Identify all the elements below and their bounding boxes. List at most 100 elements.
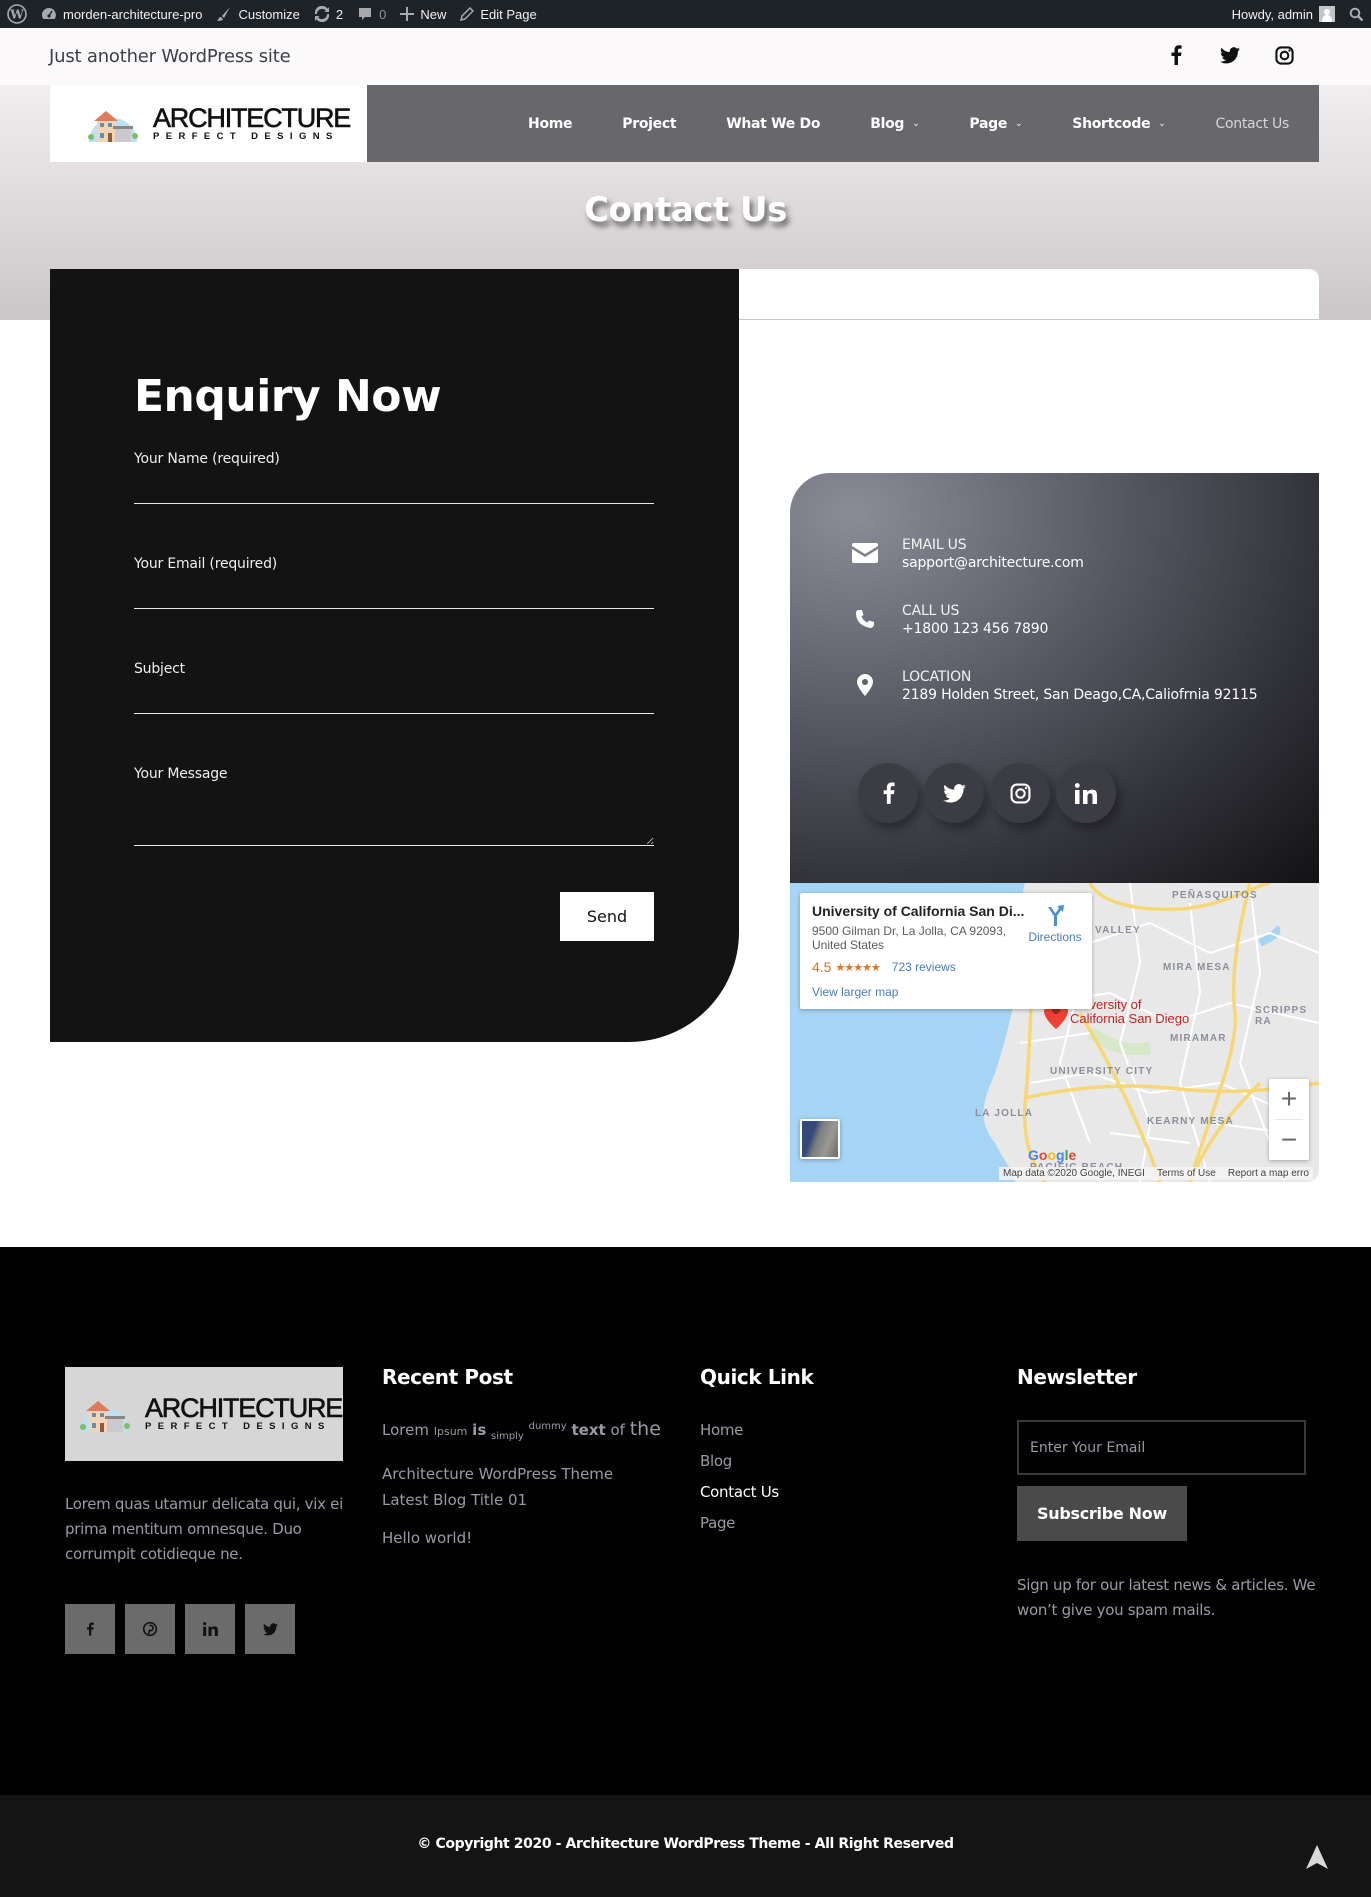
facebook-icon[interactable] [858, 763, 918, 823]
map-label: UNIVERSITY CITY [1050, 1066, 1154, 1077]
quick-link-home[interactable]: Home [700, 1415, 779, 1446]
twitter-icon[interactable] [245, 1604, 295, 1654]
email-input[interactable] [134, 575, 654, 609]
nav-label: Shortcode [1072, 115, 1151, 132]
email-label: Your Email (required) [134, 556, 278, 572]
recent-post-link[interactable]: Hello world! [382, 1525, 672, 1551]
send-button[interactable]: Send [560, 892, 654, 941]
map-label: LA JOLLA [975, 1108, 1034, 1119]
contact-value[interactable]: +1800 123 456 7890 [902, 620, 1048, 638]
scroll-to-top-icon[interactable] [1306, 1845, 1328, 1873]
twitter-icon[interactable] [924, 763, 984, 823]
logo-subtitle: PERFECT DESIGNS [153, 130, 339, 142]
nav-label: Contact Us [1215, 115, 1290, 132]
account-menu[interactable]: Howdy, admin [1225, 0, 1342, 28]
location-pin-icon [850, 670, 880, 700]
newsletter-email-input[interactable] [1017, 1420, 1306, 1475]
rating-value: 4.5 [812, 959, 832, 975]
wp-admin-bar: W morden-architecture-pro Customize 2 0 … [0, 0, 1371, 28]
recent-post-link[interactable]: Architecture WordPress Theme [382, 1461, 672, 1487]
map-data-credit: Map data ©2020 Google, INEGI [1003, 1168, 1145, 1179]
quick-link-contact-us[interactable]: Contact Us [700, 1477, 779, 1508]
contact-email-item: EMAIL US sapport@architecture.com [850, 536, 1084, 572]
quick-link-page[interactable]: Page [700, 1508, 779, 1539]
content-card-top [739, 269, 1319, 319]
satellite-view-toggle[interactable] [800, 1119, 840, 1159]
tag-link[interactable]: simply [491, 1431, 524, 1442]
linkedin-icon[interactable] [1056, 763, 1116, 823]
tag-link[interactable]: of [610, 1421, 624, 1439]
nav-label: Project [622, 115, 677, 132]
comments-link[interactable]: 0 [350, 0, 393, 28]
customize-link[interactable]: Customize [209, 0, 306, 28]
footer-logo[interactable]: ARCHITECTURE PERFECT DESIGNS [65, 1367, 344, 1461]
house-logo-icon [77, 1394, 133, 1434]
recent-post-link[interactable]: Latest Blog Title 01 [382, 1487, 672, 1513]
contact-value[interactable]: sapport@architecture.com [902, 554, 1084, 572]
tag-link[interactable]: the [630, 1418, 661, 1440]
subject-input[interactable] [134, 680, 654, 714]
copyright-bar: © Copyright 2020 - Architecture WordPres… [0, 1795, 1371, 1897]
instagram-icon[interactable] [1272, 43, 1296, 67]
message-textarea[interactable] [134, 788, 654, 846]
zoom-out-button[interactable]: − [1269, 1120, 1309, 1160]
contact-value: 2189 Holden Street, San Deago,CA,Caliofr… [902, 687, 1258, 703]
tag-link[interactable]: text [571, 1421, 605, 1439]
name-input[interactable] [134, 470, 654, 504]
chevron-down-icon: ⌄ [1158, 118, 1166, 129]
tag-link[interactable]: dummy [529, 1421, 567, 1432]
new-content-link[interactable]: New [393, 0, 453, 28]
google-logo: Google [1028, 1147, 1077, 1163]
nav-home[interactable]: Home [528, 116, 573, 132]
site-name: morden-architecture-pro [63, 6, 203, 22]
view-larger-map-link[interactable]: View larger map [812, 985, 898, 999]
zoom-in-button[interactable]: + [1269, 1079, 1309, 1119]
report-error-link[interactable]: Report a map erro [1228, 1168, 1309, 1179]
contact-location-item: LOCATION 2189 Holden Street, San Deago,C… [850, 668, 1258, 704]
nav-page[interactable]: Page ⌄ [969, 116, 1022, 132]
google-map[interactable]: PEÑASQUITOS VALLEY MIRA MESA SCRIPPS RA … [790, 883, 1319, 1182]
edit-page-link[interactable]: Edit Page [453, 0, 543, 28]
site-name-link[interactable]: morden-architecture-pro [34, 0, 209, 28]
facebook-icon[interactable] [1164, 43, 1188, 67]
logo-title: ARCHITECTURE [145, 1393, 344, 1423]
directions-icon [1025, 905, 1085, 930]
nav-contact-us[interactable]: Contact Us [1215, 115, 1290, 132]
pinterest-icon[interactable] [125, 1604, 175, 1654]
nav-project[interactable]: Project [622, 116, 676, 132]
nav-what-we-do[interactable]: What We Do [726, 116, 820, 132]
nav-label: Blog [870, 115, 905, 132]
recent-post-heading: Recent Post [382, 1365, 513, 1389]
directions-button[interactable]: Directions [1025, 905, 1085, 944]
place-title: University of California San Di... [812, 903, 1025, 919]
instagram-icon[interactable] [990, 763, 1050, 823]
star-rating-icon: ★★★★★ [835, 961, 880, 974]
updates-link[interactable]: 2 [307, 0, 350, 28]
linkedin-icon[interactable] [185, 1604, 235, 1654]
enquiry-form: Enquiry Now Your Name (required) Your Em… [50, 269, 739, 1042]
admin-search-button[interactable] [1342, 0, 1371, 28]
subscribe-button[interactable]: Subscribe Now [1017, 1486, 1187, 1541]
house-logo-icon [85, 104, 141, 144]
facebook-icon[interactable] [65, 1604, 115, 1654]
pin-label-line: California San Diego [1070, 1011, 1190, 1026]
twitter-icon[interactable] [1218, 43, 1242, 67]
wordpress-logo-menu[interactable]: W [0, 0, 34, 28]
tag-link[interactable]: Lorem [382, 1421, 429, 1439]
map-place-card: University of California San Di... 9500 … [800, 893, 1092, 1009]
contact-info-card: EMAIL US sapport@architecture.com CALL U… [790, 473, 1319, 883]
quick-link-heading: Quick Link [700, 1365, 814, 1389]
directions-label: Directions [1028, 930, 1082, 944]
place-rating: 4.5 ★★★★★ 723 reviews [812, 959, 956, 975]
contact-label: LOCATION [902, 669, 972, 685]
reviews-link[interactable]: 723 reviews [892, 960, 956, 974]
nav-shortcode[interactable]: Shortcode ⌄ [1072, 115, 1166, 132]
terms-link[interactable]: Terms of Use [1157, 1168, 1216, 1179]
tag-link[interactable]: Ipsum [434, 1425, 468, 1438]
nav-blog[interactable]: Blog ⌄ [870, 116, 919, 132]
tag-link[interactable]: is [472, 1421, 486, 1439]
quick-link-blog[interactable]: Blog [700, 1446, 779, 1477]
site-logo[interactable]: ARCHITECTURE PERFECT DESIGNS [50, 85, 367, 162]
chevron-down-icon: ⌄ [912, 118, 920, 129]
contact-label: CALL US [902, 603, 960, 619]
